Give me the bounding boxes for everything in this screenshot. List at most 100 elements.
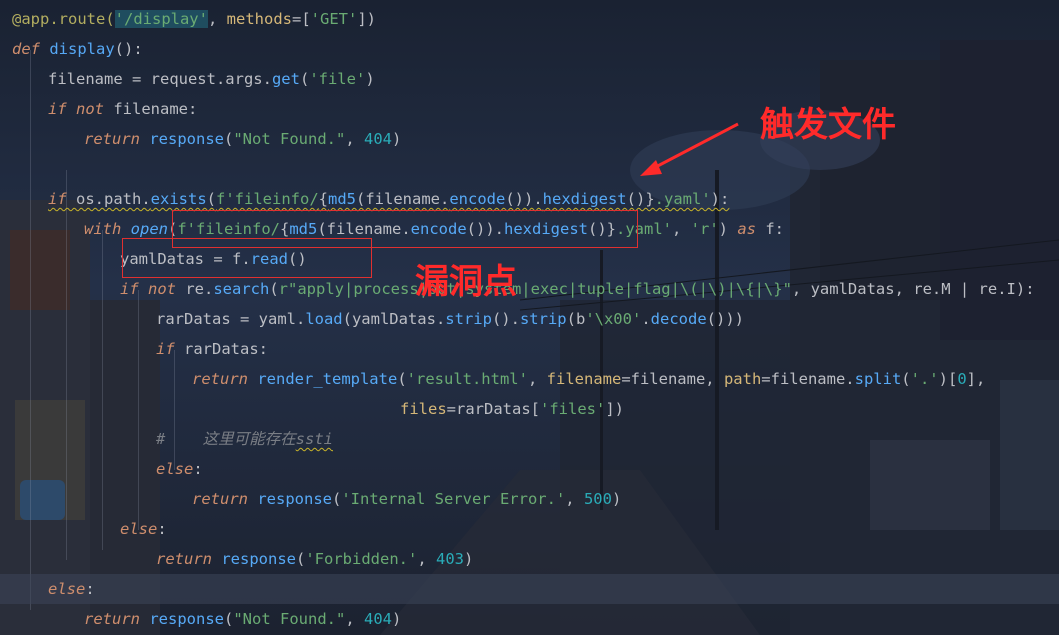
code-token: as	[737, 220, 766, 238]
code-line-text: if rarDatas:	[156, 334, 268, 364]
code-token: rarDatas = yaml.	[156, 310, 306, 328]
code-line[interactable]: return render_template('result.html', fi…	[0, 364, 1059, 394]
code-token: md5	[328, 190, 356, 208]
code-token: decode	[650, 310, 707, 328]
code-token: (	[295, 550, 306, 568]
code-token: f:	[765, 220, 785, 238]
code-token: ():	[114, 40, 143, 58]
code-token: "Not Found."	[233, 610, 346, 628]
code-token: else	[48, 580, 86, 598]
code-editor[interactable]: @app.route('/display', methods=['GET']) d…	[0, 0, 1059, 635]
code-line[interactable]: return response('Forbidden.', 403)	[0, 544, 1059, 574]
code-token: :	[157, 520, 167, 538]
code-token: ssti	[295, 430, 333, 448]
code-token: render_template	[257, 370, 398, 388]
code-token: 404	[363, 610, 392, 628]
code-token: methods	[226, 10, 292, 28]
code-line-text: if not re.search(r"apply|process|out|sys…	[120, 274, 1035, 304]
code-token: 0	[957, 370, 967, 388]
code-token: '/display'	[114, 10, 208, 28]
code-token: if not	[48, 100, 114, 118]
code-token: if not	[120, 280, 186, 298]
code-token: ],	[966, 370, 986, 388]
code-line-text: return response("Not Found.", 404)	[84, 604, 401, 634]
code-token: return	[84, 130, 150, 148]
code-token: @app.route(	[12, 10, 115, 28]
code-line[interactable]: @app.route('/display', methods=['GET'])	[0, 4, 1059, 34]
code-token: open	[130, 220, 168, 238]
code-token: return	[156, 550, 222, 568]
code-token: re.	[185, 280, 214, 298]
code-token: ,	[345, 610, 364, 628]
trigger-file-label: 触发文件	[760, 105, 896, 145]
code-token: (	[269, 280, 279, 298]
code-token: get	[271, 70, 300, 88]
code-token: search	[213, 280, 270, 298]
code-token: (	[223, 610, 234, 628]
code-line-text: return response('Forbidden.', 403)	[156, 544, 473, 574]
code-token: (	[331, 490, 342, 508]
code-token: 404	[363, 130, 392, 148]
code-line[interactable]: if rarDatas:	[0, 334, 1059, 364]
code-token: response	[149, 610, 224, 628]
code-token: ,	[207, 10, 227, 28]
code-token: 'Forbidden.'	[305, 550, 418, 568]
code-token: filename	[546, 370, 622, 388]
code-line-text: @app.route('/display', methods=['GET'])	[12, 4, 376, 34]
code-line[interactable]: filename = request.args.get('file')	[0, 64, 1059, 94]
code-token: )	[718, 220, 738, 238]
vulnerability-label: 漏洞点	[415, 262, 517, 302]
code-token: exists	[150, 190, 207, 208]
code-token: ):	[710, 190, 730, 208]
code-line[interactable]: rarDatas = yaml.load(yamlDatas.strip().s…	[0, 304, 1059, 334]
code-token: 403	[435, 550, 464, 568]
code-line[interactable]: def display():	[0, 34, 1059, 64]
code-token: strip	[519, 310, 567, 328]
code-token: response	[149, 130, 224, 148]
code-token: 'GET'	[310, 10, 358, 28]
code-token: =filename,	[621, 370, 724, 388]
code-token: 'files'	[540, 400, 606, 418]
code-token: if	[48, 190, 76, 208]
code-token: else	[120, 520, 158, 538]
code-token: response	[257, 490, 332, 508]
code-line[interactable]: # 这里可能存在ssti	[0, 424, 1059, 454]
code-token: f'fileinfo/	[216, 190, 319, 208]
code-token: (b	[566, 310, 586, 328]
code-token: (	[223, 130, 234, 148]
code-token: =filename.	[761, 370, 855, 388]
code-token: 'file'	[309, 70, 366, 88]
code-token: )	[463, 550, 474, 568]
code-token: {	[318, 190, 328, 208]
code-line-text: else:	[120, 514, 167, 544]
code-line[interactable]: return response('Internal Server Error.'…	[0, 484, 1059, 514]
code-line[interactable]: if not re.search(r"apply|process|out|sys…	[0, 274, 1059, 304]
code-token: rarDatas:	[184, 340, 268, 358]
code-line[interactable]: files=rarDatas['files'])	[0, 394, 1059, 424]
code-token: "Not Found."	[233, 130, 346, 148]
code-token: return	[84, 610, 150, 628]
code-token: files	[400, 400, 447, 418]
code-line-text: if not filename:	[48, 94, 197, 124]
code-token: 'Internal Server Error.'	[341, 490, 566, 508]
code-line[interactable]: else:	[0, 514, 1059, 544]
code-token: .yaml'	[654, 190, 711, 208]
code-token: )[	[938, 370, 958, 388]
code-token: ()))	[706, 310, 744, 328]
code-token: '.'	[910, 370, 939, 388]
code-line[interactable]	[0, 154, 1059, 184]
code-line-text: # 这里可能存在ssti	[156, 424, 333, 454]
code-line[interactable]: else:	[0, 454, 1059, 484]
code-token: ,	[417, 550, 436, 568]
code-token: load	[305, 310, 343, 328]
code-token: (yamlDatas.	[342, 310, 446, 328]
code-token: :	[85, 580, 95, 598]
code-token: return	[192, 490, 258, 508]
code-token: .	[641, 310, 651, 328]
code-line[interactable]: else:	[0, 574, 1059, 604]
code-line[interactable]: return response("Not Found.", 404)	[0, 604, 1059, 634]
code-token: def	[12, 40, 50, 58]
code-line[interactable]: if not filename:	[0, 94, 1059, 124]
code-line[interactable]: return response("Not Found.", 404)	[0, 124, 1059, 154]
code-line-text: return response("Not Found.", 404)	[84, 124, 401, 154]
